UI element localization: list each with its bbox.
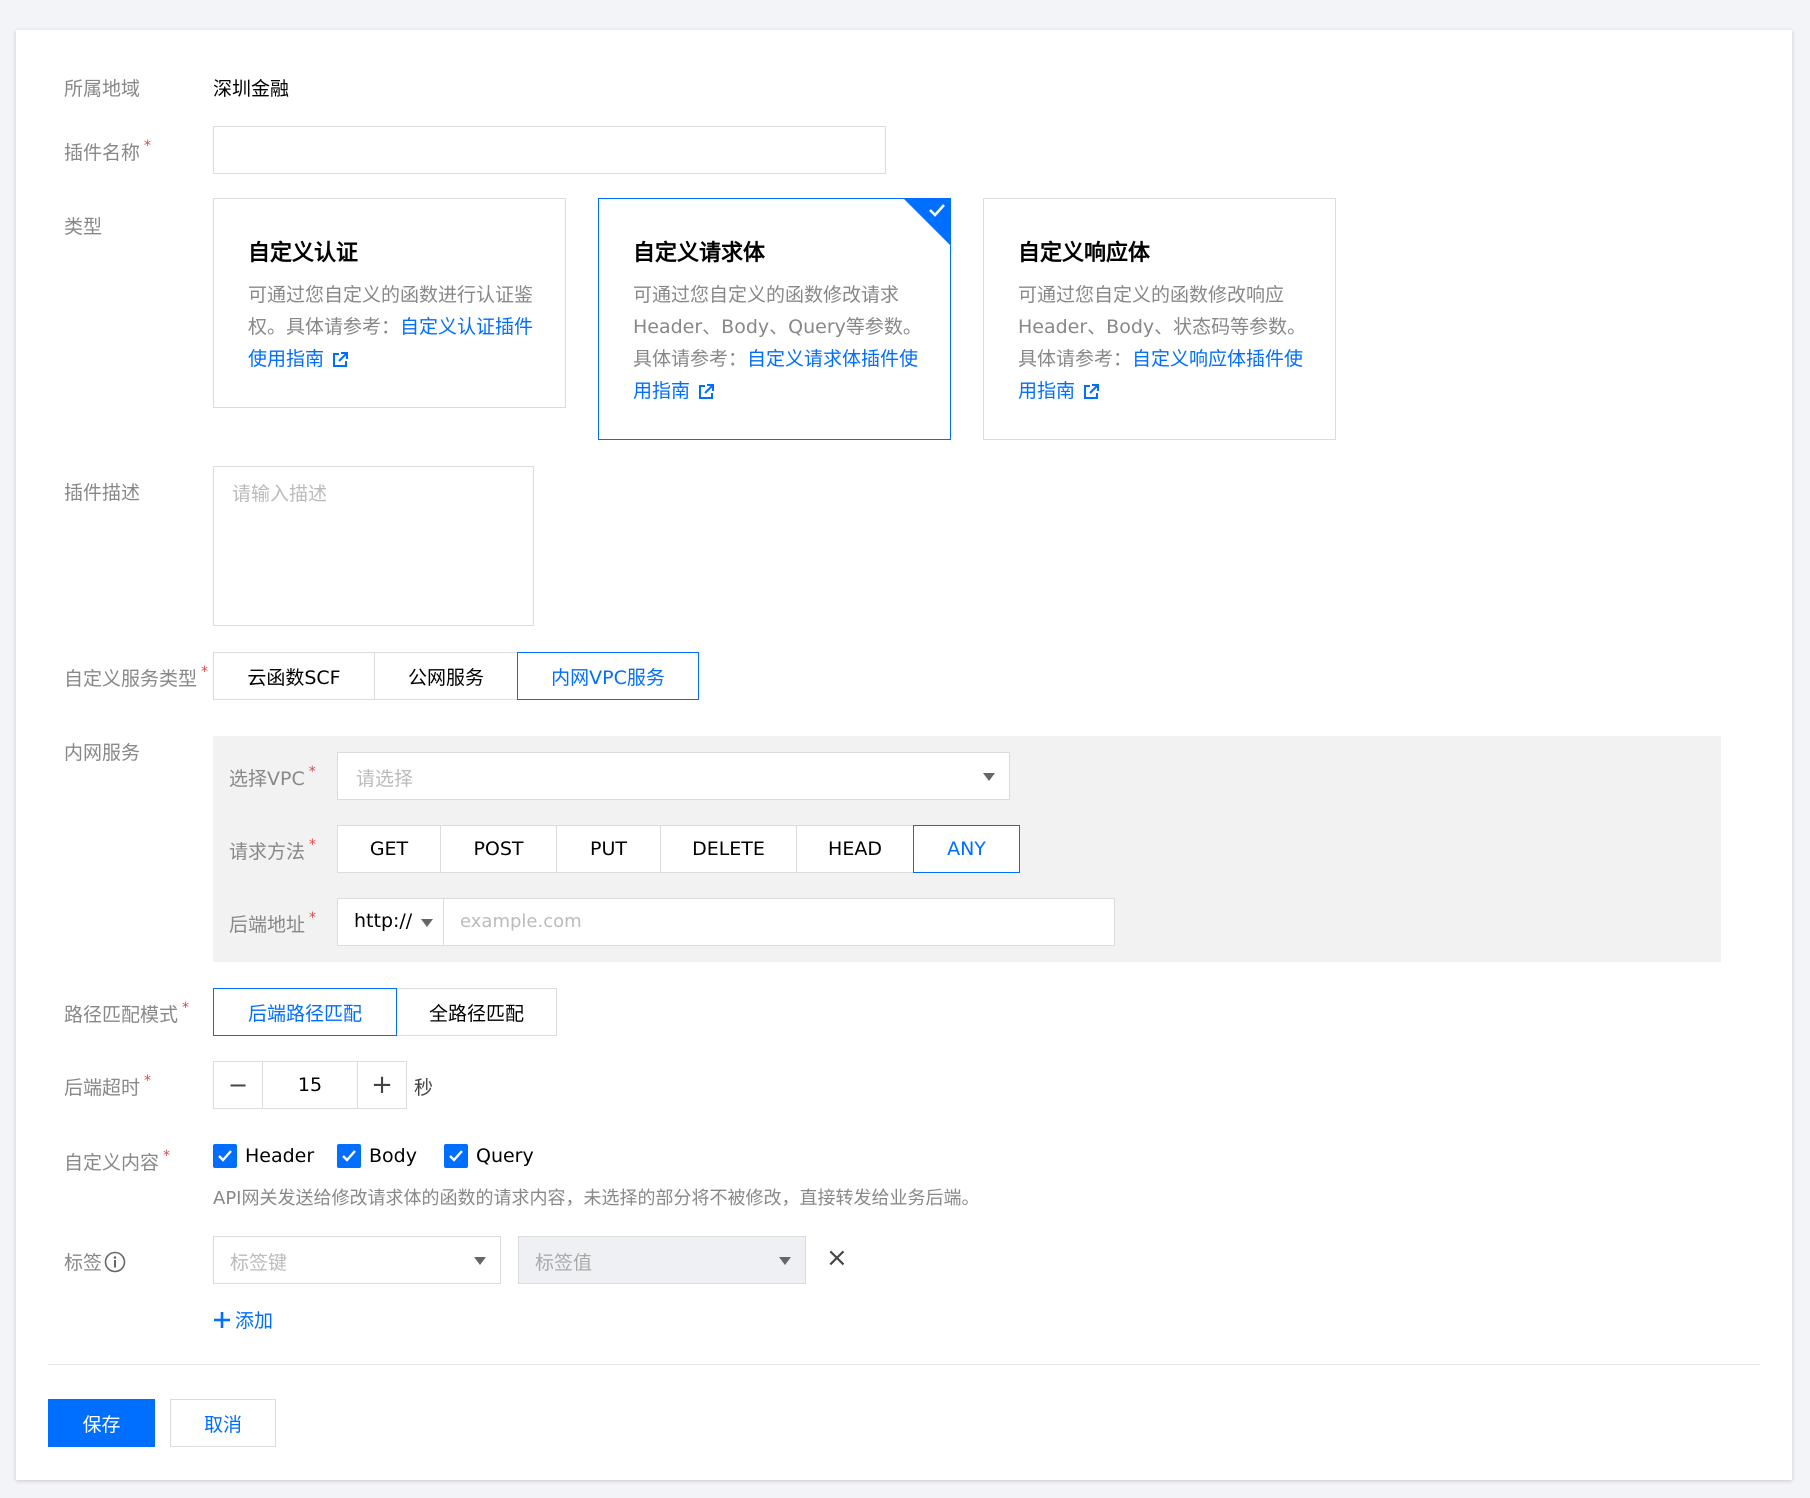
save-button[interactable]: 保存 — [48, 1399, 155, 1447]
plugin-name-label: 插件名称 * — [64, 138, 152, 164]
method-get[interactable]: GET — [337, 825, 441, 873]
caret-down-icon — [779, 1257, 791, 1265]
info-icon[interactable] — [104, 1251, 126, 1273]
description-textarea[interactable]: 请输入描述 — [213, 466, 534, 626]
plugin-name-input[interactable] — [213, 126, 886, 174]
card-description: 可通过您自定义的函数进行认证鉴权。具体请参考：自定义认证插件使用指南 — [248, 284, 534, 370]
cancel-button[interactable]: 取消 — [170, 1399, 276, 1447]
custom-content-hint: API网关发送给修改请求体的函数的请求内容，未选择的部分将不被修改，直接转发给业… — [213, 1188, 980, 1209]
vpc-service-label: 内网服务 — [64, 742, 141, 764]
caret-down-icon — [983, 773, 995, 781]
method-delete[interactable]: DELETE — [660, 825, 797, 873]
service-type-public[interactable]: 公网服务 — [374, 652, 518, 700]
check-icon — [444, 1144, 468, 1168]
backend-address-placeholder: example.com — [460, 911, 582, 932]
card-title: 自定义请求体 — [633, 241, 766, 266]
service-type-vpc[interactable]: 内网VPC服务 — [517, 652, 699, 700]
external-link-icon — [699, 383, 715, 399]
check-icon — [337, 1144, 361, 1168]
vpc-select-label: 选择VPC * — [229, 764, 316, 790]
backend-address-label: 后端地址 * — [229, 910, 317, 936]
tag-key-placeholder: 标签键 — [230, 1252, 288, 1274]
checkbox-header[interactable]: Header — [213, 1144, 314, 1168]
protocol-select[interactable]: http:// — [337, 898, 444, 946]
backend-address-input[interactable]: example.com — [443, 898, 1115, 946]
increment-button[interactable]: + — [357, 1061, 407, 1109]
timeout-stepper: − 15 + — [213, 1061, 407, 1109]
vpc-select[interactable]: 请选择 — [337, 752, 1010, 800]
timeout-label: 后端超时 * — [64, 1073, 152, 1099]
type-card-custom-request-body[interactable]: 自定义请求体 可通过您自定义的函数修改请求Header、Body、Query等参… — [598, 198, 951, 440]
method-any[interactable]: ANY — [913, 825, 1020, 873]
check-icon — [929, 204, 945, 217]
external-link-icon — [333, 351, 349, 367]
path-match-full[interactable]: 全路径匹配 — [396, 988, 557, 1036]
checkbox-body[interactable]: Body — [337, 1144, 417, 1168]
add-tag-button[interactable]: 添加 — [213, 1306, 273, 1333]
timeout-unit: 秒 — [414, 1077, 434, 1099]
path-match-segment: 后端路径匹配 全路径匹配 — [213, 988, 557, 1036]
external-link-icon — [1084, 383, 1100, 399]
path-match-backend[interactable]: 后端路径匹配 — [213, 988, 397, 1036]
vpc-select-placeholder: 请选择 — [356, 768, 414, 790]
plugin-form-panel: 所属地域 深圳金融 插件名称 * 类型 自定义认证 可通过您自定义的函数进行认证鉴… — [16, 30, 1792, 1480]
tag-value-placeholder: 标签值 — [535, 1252, 593, 1274]
checkbox-query[interactable]: Query — [444, 1144, 534, 1168]
caret-down-icon — [421, 919, 433, 927]
footer-divider — [48, 1364, 1760, 1365]
vpc-service-panel: 选择VPC * 请选择 请求方法 * GET POST PUT DELETE HEA… — [213, 736, 1721, 962]
region-value: 深圳金融 — [213, 78, 290, 100]
decrement-button[interactable]: − — [213, 1061, 263, 1109]
card-title: 自定义认证 — [248, 241, 359, 266]
type-card-custom-auth[interactable]: 自定义认证 可通过您自定义的函数进行认证鉴权。具体请参考：自定义认证插件使用指南 — [213, 198, 566, 408]
protocol-value: http:// — [354, 910, 413, 932]
region-label: 所属地域 — [64, 78, 141, 100]
type-label: 类型 — [64, 216, 103, 238]
service-type-label: 自定义服务类型 * — [64, 664, 209, 690]
tags-label: 标签 — [64, 1248, 126, 1275]
path-match-label: 路径匹配模式 * — [64, 1000, 190, 1026]
card-title: 自定义响应体 — [1018, 241, 1151, 266]
check-icon — [213, 1144, 237, 1168]
description-label: 插件描述 — [64, 482, 141, 504]
method-segment: GET POST PUT DELETE HEAD ANY — [337, 825, 1020, 873]
plus-icon — [214, 1311, 230, 1328]
tag-value-select: 标签值 — [518, 1236, 806, 1284]
type-card-custom-response-body[interactable]: 自定义响应体 可通过您自定义的函数修改响应Header、Body、状态码等参数。… — [983, 198, 1336, 440]
method-post[interactable]: POST — [440, 825, 557, 873]
method-head[interactable]: HEAD — [796, 825, 914, 873]
custom-content-label: 自定义内容 * — [64, 1148, 171, 1174]
card-description: 可通过您自定义的函数修改请求Header、Body、Query等参数。具体请参考… — [633, 284, 922, 402]
timeout-input[interactable]: 15 — [262, 1061, 358, 1109]
service-type-segment: 云函数SCF 公网服务 内网VPC服务 — [213, 652, 699, 700]
caret-down-icon — [474, 1257, 486, 1265]
card-description: 可通过您自定义的函数修改响应Header、Body、状态码等参数。具体请参考：自… — [1018, 284, 1307, 402]
service-type-scf[interactable]: 云函数SCF — [213, 652, 375, 700]
close-icon[interactable]: × — [826, 1243, 848, 1273]
tag-key-select[interactable]: 标签键 — [213, 1236, 501, 1284]
method-label: 请求方法 * — [229, 837, 317, 863]
method-put[interactable]: PUT — [556, 825, 661, 873]
description-placeholder: 请输入描述 — [232, 483, 328, 505]
